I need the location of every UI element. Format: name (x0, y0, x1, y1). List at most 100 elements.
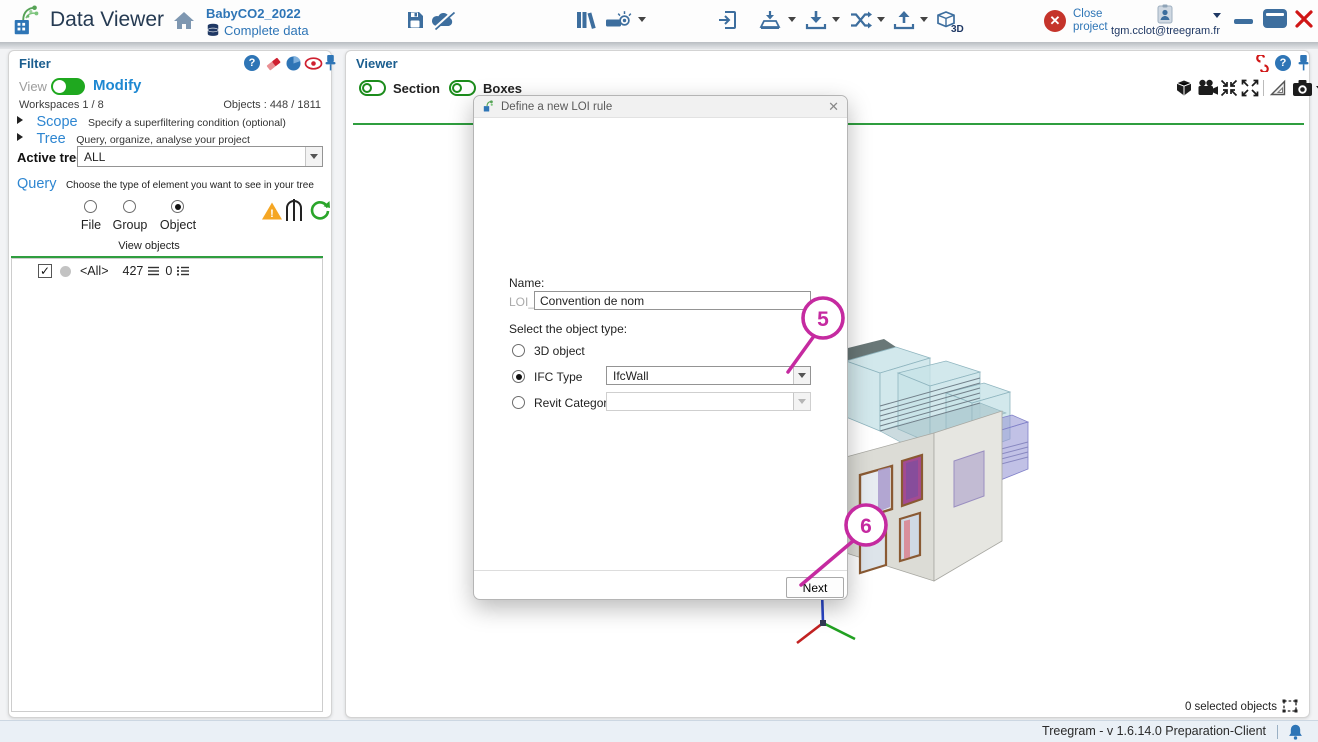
minimize-button[interactable] (1234, 19, 1253, 24)
building-3d-model[interactable] (834, 331, 1029, 591)
scope-section-toggle[interactable]: Scope Specify a superfiltering condition… (17, 113, 286, 131)
tree-structure-icon[interactable] (283, 197, 305, 223)
dialog-titlebar[interactable]: Define a new LOI rule ✕ (474, 96, 847, 118)
tree-hint: Query, organize, analyse your project (76, 134, 250, 146)
app-title: Data Viewer (50, 8, 165, 31)
ifc-type-select[interactable]: IfcWall (606, 366, 811, 385)
project-name[interactable]: BabyCO2_2022 (206, 6, 301, 21)
view-modify-toggle[interactable] (51, 78, 85, 95)
header-separator (0, 42, 1318, 49)
projector-dropdown-caret[interactable] (638, 17, 646, 26)
upload-dropdown-caret[interactable] (920, 17, 928, 26)
eraser-icon[interactable] (265, 55, 282, 72)
import-drop-icon[interactable] (758, 9, 782, 31)
pin-icon[interactable] (323, 54, 338, 71)
dialog-logo-icon (483, 100, 493, 112)
section-toggle[interactable] (359, 80, 386, 96)
status-bar: Treegram - v 1.6.14.0 Preparation-Client (0, 720, 1318, 742)
workspaces-label: Workspaces 1 / 8 (19, 99, 104, 111)
set-square-icon[interactable] (1269, 79, 1288, 97)
eye-icon[interactable] (304, 56, 323, 71)
filter-panel: Filter ? View Modify Workspaces 1 / 8 Ob… (8, 50, 336, 718)
shuffle-dropdown-caret[interactable] (877, 17, 885, 26)
close-project-label-line1: Close (1073, 8, 1103, 20)
query-section: Query Choose the type of element you wan… (17, 175, 314, 193)
radio-3d-object-label: 3D object (534, 344, 585, 358)
project-subtitle[interactable]: Complete data (224, 23, 309, 38)
export-file-icon[interactable] (718, 9, 740, 31)
shuffle-icon[interactable] (849, 9, 873, 31)
radio-file[interactable] (84, 200, 97, 213)
tree-list: ✓ <All> 427 0 (11, 258, 323, 712)
tree-row-checkbox[interactable]: ✓ (38, 264, 52, 278)
radio-group[interactable] (123, 200, 136, 213)
dialog-close-icon[interactable]: ✕ (828, 99, 839, 115)
radio-object-label: Object (159, 218, 197, 232)
refresh-icon[interactable] (309, 199, 331, 221)
ifc-type-caret[interactable] (793, 367, 810, 384)
expand-icon[interactable] (1241, 79, 1259, 97)
app-logo-icon (14, 5, 39, 35)
modify-label: Modify (93, 77, 142, 94)
scope-label: Scope (36, 114, 78, 130)
selection-box-icon[interactable] (1281, 698, 1299, 715)
download-icon[interactable] (805, 9, 827, 31)
viewer-help-icon[interactable]: ? (1275, 55, 1291, 71)
video-camera-icon[interactable] (1197, 79, 1219, 97)
section-label: Section (393, 81, 440, 96)
tree-row-status-dot (60, 265, 71, 277)
cube-3d-icon[interactable]: 3D (936, 9, 964, 35)
object-type-label: Select the object type: (509, 322, 628, 336)
tree-row-label: <All> (80, 264, 109, 278)
active-tree-select[interactable]: ALL (77, 146, 323, 167)
next-button[interactable]: Next (786, 577, 844, 598)
close-window-icon[interactable] (1294, 9, 1314, 29)
user-email[interactable]: tgm.cclot@treegram.fr (1108, 25, 1223, 37)
name-prefix: LOI_ (509, 295, 536, 309)
collapse-icon[interactable] (1220, 79, 1238, 97)
boxes-toggle[interactable] (449, 80, 476, 96)
close-project-icon[interactable]: ✕ (1044, 10, 1066, 32)
active-tree-caret[interactable] (305, 147, 322, 166)
cube-icon[interactable] (1175, 79, 1193, 97)
radio-ifc-type[interactable] (512, 370, 525, 383)
download-dropdown-caret[interactable] (832, 17, 840, 26)
radio-object[interactable] (171, 200, 184, 213)
query-hint: Choose the type of element you want to s… (65, 180, 314, 191)
pie-chart-icon[interactable] (285, 55, 302, 72)
home-icon[interactable] (172, 9, 196, 33)
viewer-pin-icon[interactable] (1296, 54, 1311, 71)
upload-icon[interactable] (893, 9, 915, 31)
broken-link-icon[interactable] (1254, 55, 1271, 72)
tree-row[interactable]: ✓ <All> 427 0 (12, 259, 322, 283)
warning-icon[interactable]: ! (261, 201, 283, 221)
radio-group-label: Group (112, 218, 148, 232)
close-project-button[interactable]: Close project (1073, 8, 1108, 34)
view-label: View (19, 79, 47, 94)
library-icon[interactable] (575, 9, 597, 31)
projector-icon[interactable] (604, 9, 632, 31)
close-project-label-line2: project (1073, 21, 1108, 33)
maximize-button[interactable] (1263, 9, 1287, 28)
revit-category-select (606, 392, 811, 411)
statusbar-divider (1277, 725, 1278, 739)
objects-count-label: Objects : 448 / 1811 (223, 99, 321, 111)
rule-name-input[interactable] (534, 291, 811, 310)
import-dropdown-caret[interactable] (788, 17, 796, 26)
save-icon[interactable] (405, 9, 425, 31)
name-label: Name: (509, 276, 545, 290)
user-dropdown-caret[interactable] (1213, 13, 1221, 22)
query-label: Query (17, 176, 57, 192)
bell-icon[interactable] (1287, 723, 1304, 741)
user-badge-icon[interactable] (1156, 4, 1174, 24)
camera-icon[interactable] (1292, 78, 1313, 97)
radio-3d-object[interactable] (512, 344, 525, 357)
scope-hint: Specify a superfiltering condition (opti… (88, 117, 286, 129)
cloud-offline-icon[interactable] (430, 9, 456, 31)
tree-label: Tree (36, 131, 66, 147)
help-icon[interactable]: ? (244, 55, 260, 71)
tree-row-count-secondary: 0 (165, 264, 173, 278)
ifc-type-value: IfcWall (613, 368, 649, 383)
filter-panel-title: Filter (19, 56, 51, 71)
radio-revit-category[interactable] (512, 396, 525, 409)
